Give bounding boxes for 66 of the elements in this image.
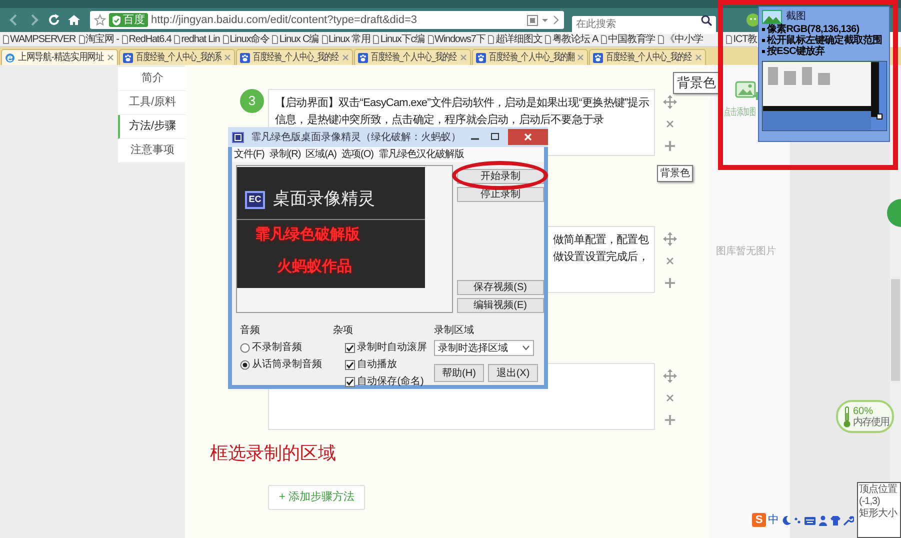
browser-tab[interactable]: 百度经验_个人中心_我的翻	[472, 49, 588, 65]
radio-option[interactable]: 不录制音频	[240, 340, 328, 355]
sidebar-item[interactable]: 方法/步骤	[118, 115, 185, 139]
bookmark[interactable]: redhat Lin	[174, 32, 220, 46]
region-dropdown[interactable]: 录制时选择区域	[434, 340, 534, 356]
group-label: 杂项	[333, 324, 354, 338]
hint-text: 按ESC键放弃	[767, 46, 825, 57]
video-button[interactable]: 编辑视频(E)	[456, 298, 544, 313]
checkbox-option[interactable]: 录制时自动滚屏	[345, 340, 428, 355]
bookmark[interactable]: Windows7下	[428, 32, 486, 46]
step-number: 3	[240, 89, 264, 113]
splash-caption: 火蚂蚁作品	[277, 257, 353, 277]
memory-percent: 60%	[853, 406, 874, 416]
browser-tab[interactable]: 百度经验_个人中心_我的系	[118, 49, 236, 65]
tooltip: 背景色	[657, 165, 693, 182]
sidebar-item[interactable]: 工具/原料	[118, 91, 185, 115]
browser-tab[interactable]: 百度经验_个人中心_我的经	[589, 49, 706, 65]
search-field[interactable]: 在此搜索	[572, 16, 716, 34]
sidebar-item[interactable]: 简介	[118, 67, 185, 91]
bookmark[interactable]: Linux命令	[222, 32, 270, 46]
coordinates-text: (-1,3)	[859, 496, 881, 508]
browser-tab[interactable]: 上网导航-精选实用网址	[1, 49, 118, 65]
bookmark[interactable]: Linux 常用	[322, 32, 370, 46]
bookmark[interactable]: WAMPSERVER	[3, 32, 76, 46]
panel-title: 截图	[786, 10, 806, 24]
bookmark[interactable]: Linux C编	[272, 32, 319, 46]
group-label: 音频	[240, 324, 261, 338]
browser-tab[interactable]: 百度经验_个人中心_我的经	[354, 49, 471, 65]
add-step-button[interactable]: + 添加步骤方法	[268, 485, 366, 510]
record-button[interactable]: 开始录制	[456, 169, 544, 184]
splash-caption: 霏凡绿色破解版	[255, 224, 361, 244]
group-label: 录制区域	[434, 324, 475, 338]
splash-title: 桌面录像精灵	[273, 188, 375, 211]
address-bar[interactable]: 百度 http://jingyan.baidu.com/edit/content?type=draft&did=3	[90, 11, 564, 29]
memory-label: 内存使用	[853, 416, 889, 428]
bookmark[interactable]: 《中小学	[658, 32, 703, 46]
radio-option[interactable]: 从话筒录制音频	[240, 357, 328, 372]
url-text: http://jingyan.baidu.com/edit/content?type=draft&did=3	[151, 12, 418, 28]
step-text-fragment: 做简单配置，配置包	[553, 233, 650, 248]
bookmark[interactable]: 粤教论坛 A	[545, 32, 598, 46]
memory-widget[interactable]: 60% 内存使用	[836, 400, 894, 433]
video-button[interactable]: 保存视频(S)	[456, 280, 544, 295]
hint-text: 像素RGB(78,136,136)	[767, 24, 860, 35]
empty-gallery-text: 图库暂无图片	[716, 244, 776, 259]
bookmark[interactable]: 超详细图文	[488, 32, 542, 46]
bookmark[interactable]: Linux下c编	[373, 32, 425, 46]
bookmark[interactable]: ICT教	[726, 32, 757, 46]
bookmark[interactable]: 淘宝网 -	[78, 32, 119, 46]
ime-mode[interactable]: 中	[768, 512, 779, 528]
checkbox-option[interactable]: 自动保存(命名)	[345, 374, 428, 389]
checkbox-option[interactable]: 自动播放	[345, 357, 428, 372]
dialog-button[interactable]: 帮助(H)	[434, 364, 484, 382]
bookmark[interactable]: RedHat6.4	[122, 32, 172, 46]
coordinates-text: 矩形大小	[859, 508, 898, 520]
coordinates-text: 顶点位置	[859, 484, 898, 496]
logo: EC	[245, 190, 265, 209]
menu-item[interactable]: 文件(F)	[234, 147, 264, 162]
step-text-fragment: 做设置设置完成后，	[553, 250, 650, 265]
site-badge: 百度	[109, 13, 148, 27]
tooltip: 背景色	[673, 72, 720, 94]
annotation-text: 框选录制的区域	[210, 442, 337, 465]
hint-text: 松开鼠标左键确定截取范围	[767, 35, 882, 46]
browser-tab[interactable]: 百度经验_个人中心_我的经	[236, 49, 354, 65]
dialog-button[interactable]: 退出(X)	[488, 364, 538, 382]
bookmark[interactable]: 中国教育学	[601, 32, 656, 46]
sidebar-item[interactable]: 注意事项	[118, 139, 185, 163]
